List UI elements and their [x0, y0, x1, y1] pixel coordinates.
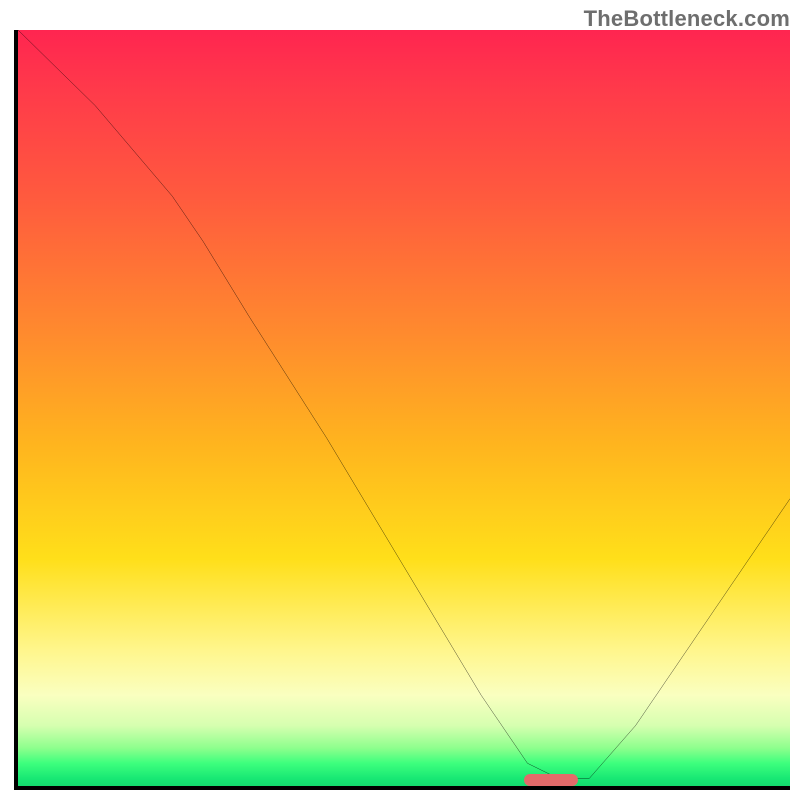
- curve-overlay: [18, 30, 790, 786]
- optimal-range-marker: [524, 774, 578, 786]
- watermark-text: TheBottleneck.com: [584, 6, 790, 32]
- plot-area: [14, 30, 790, 790]
- bottleneck-curve: [18, 30, 790, 778]
- chart-container: TheBottleneck.com: [0, 0, 800, 800]
